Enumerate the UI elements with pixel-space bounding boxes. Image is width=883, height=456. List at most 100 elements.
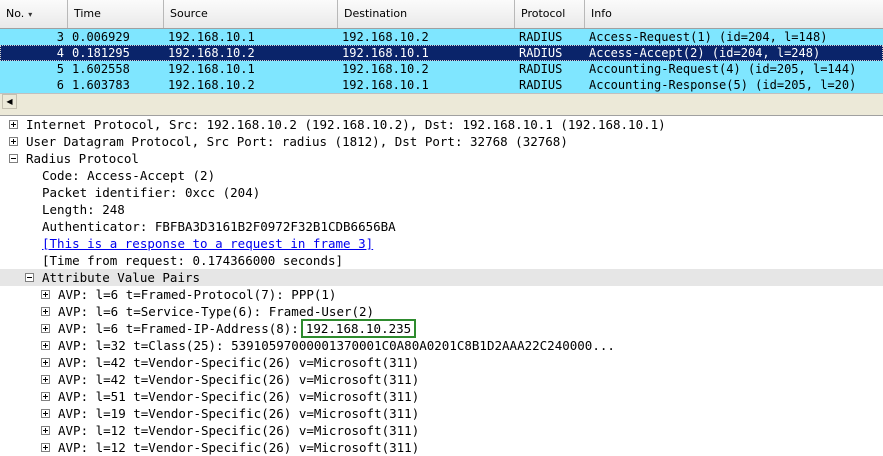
tree-item-udp[interactable]: User Datagram Protocol, Src Port: radius… xyxy=(0,133,883,150)
tree-label: Packet identifier: 0xcc (204) xyxy=(42,185,261,200)
column-header-time[interactable]: Time xyxy=(68,0,164,28)
tree-item-avp[interactable]: AVP: l=51 t=Vendor-Specific(26) v=Micros… xyxy=(0,388,883,405)
tree-item-code[interactable]: Code: Access-Accept (2) xyxy=(0,167,883,184)
packet-source: 192.168.10.1 xyxy=(168,30,255,44)
packet-info: Accounting-Response(5) (id=205, l=20) xyxy=(589,78,857,92)
tree-label: AVP: l=6 t=Framed-IP-Address(8): xyxy=(58,321,299,336)
packet-info: Access-Accept(2) (id=204, l=248) xyxy=(589,46,821,60)
packet-protocol: RADIUS xyxy=(519,78,563,92)
column-label-destination: Destination xyxy=(344,7,408,20)
packet-row[interactable]: 6 1.603783 192.168.10.2 192.168.10.1 RAD… xyxy=(0,77,883,93)
tree-label: Code: Access-Accept (2) xyxy=(42,168,216,183)
packet-no: 4 xyxy=(56,46,64,60)
tree-item-avp[interactable]: AVP: l=12 t=Vendor-Specific(26) v=Micros… xyxy=(0,439,883,456)
framed-ip-highlight: 192.168.10.235 xyxy=(300,319,417,338)
column-header-info[interactable]: Info xyxy=(585,0,883,28)
plus-box-icon[interactable] xyxy=(41,324,50,333)
packet-destination: 192.168.10.1 xyxy=(342,46,429,60)
packet-time: 0.181295 xyxy=(72,46,130,60)
plus-box-icon[interactable] xyxy=(41,290,50,299)
tree-item-packet-id[interactable]: Packet identifier: 0xcc (204) xyxy=(0,184,883,201)
packet-source: 192.168.10.1 xyxy=(168,62,255,76)
plus-box-icon[interactable] xyxy=(41,375,50,384)
response-in-frame-link[interactable]: [This is a response to a request in fram… xyxy=(42,235,373,252)
tree-item-avp[interactable]: AVP: l=32 t=Class(25): 53910597000001370… xyxy=(0,337,883,354)
plus-box-icon[interactable] xyxy=(41,392,50,401)
column-header-protocol[interactable]: Protocol xyxy=(515,0,585,28)
tree-label: AVP: l=32 t=Class(25): 53910597000001370… xyxy=(58,338,615,353)
tree-label: AVP: l=42 t=Vendor-Specific(26) v=Micros… xyxy=(58,355,420,370)
plus-box-icon[interactable] xyxy=(9,120,18,129)
chevron-down-icon: ▾ xyxy=(28,10,33,19)
tree-item-avp-header[interactable]: Attribute Value Pairs xyxy=(0,269,883,286)
packet-protocol: RADIUS xyxy=(519,46,563,60)
packet-time: 1.603783 xyxy=(72,78,130,92)
tree-item-avp[interactable]: AVP: l=6 t=Service-Type(6): Framed-User(… xyxy=(0,303,883,320)
tree-label: AVP: l=12 t=Vendor-Specific(26) v=Micros… xyxy=(58,440,420,455)
column-label-info: Info xyxy=(591,7,612,20)
column-label-source: Source xyxy=(170,7,208,20)
packet-details-pane: Internet Protocol, Src: 192.168.10.2 (19… xyxy=(0,116,883,456)
plus-box-icon[interactable] xyxy=(41,409,50,418)
tree-item-avp[interactable]: AVP: l=42 t=Vendor-Specific(26) v=Micros… xyxy=(0,371,883,388)
tree-item-avp-framed-ip[interactable]: AVP: l=6 t=Framed-IP-Address(8): 192.168.… xyxy=(0,319,883,338)
tree-item-radius[interactable]: Radius Protocol xyxy=(0,150,883,167)
packet-row-selected[interactable]: 4 0.181295 192.168.10.2 192.168.10.1 RAD… xyxy=(0,45,883,61)
tree-item-time-from-request[interactable]: [Time from request: 0.174366000 seconds] xyxy=(0,252,883,269)
tree-item-ip[interactable]: Internet Protocol, Src: 192.168.10.2 (19… xyxy=(0,116,883,133)
packet-no: 5 xyxy=(56,62,64,76)
packet-protocol: RADIUS xyxy=(519,62,563,76)
tree-label: AVP: l=42 t=Vendor-Specific(26) v=Micros… xyxy=(58,372,420,387)
plus-box-icon[interactable] xyxy=(41,426,50,435)
packet-list-hscrollbar[interactable]: ◀ xyxy=(0,93,883,110)
tree-item-avp[interactable]: AVP: l=12 t=Vendor-Specific(26) v=Micros… xyxy=(0,422,883,439)
plus-box-icon[interactable] xyxy=(41,443,50,452)
packet-no: 3 xyxy=(56,30,64,44)
plus-box-icon[interactable] xyxy=(41,341,50,350)
packet-info: Accounting-Request(4) (id=205, l=144) xyxy=(589,62,857,76)
packet-source: 192.168.10.2 xyxy=(168,78,255,92)
tree-label: [Time from request: 0.174366000 seconds] xyxy=(42,253,344,268)
minus-box-icon[interactable] xyxy=(25,273,34,282)
plus-box-icon[interactable] xyxy=(41,358,50,367)
plus-box-icon[interactable] xyxy=(9,137,18,146)
tree-item-avp[interactable]: AVP: l=19 t=Vendor-Specific(26) v=Micros… xyxy=(0,405,883,422)
column-label-protocol: Protocol xyxy=(521,7,566,20)
tree-label: AVP: l=6 t=Framed-Protocol(7): PPP(1) xyxy=(58,287,337,302)
tree-item-response-link[interactable]: [This is a response to a request in fram… xyxy=(0,235,883,252)
tree-label: AVP: l=12 t=Vendor-Specific(26) v=Micros… xyxy=(58,423,420,438)
tree-label: AVP: l=19 t=Vendor-Specific(26) v=Micros… xyxy=(58,406,420,421)
minus-box-icon[interactable] xyxy=(9,154,18,163)
packet-row[interactable]: 5 1.602558 192.168.10.1 192.168.10.2 RAD… xyxy=(0,61,883,77)
tree-label: AVP: l=51 t=Vendor-Specific(26) v=Micros… xyxy=(58,389,420,404)
packet-time: 0.006929 xyxy=(72,30,130,44)
column-header-destination[interactable]: Destination xyxy=(338,0,515,28)
packet-row[interactable]: 3 0.006929 192.168.10.1 192.168.10.2 RAD… xyxy=(0,29,883,45)
tree-item-authenticator[interactable]: Authenticator: FBFBA3D3161B2F0972F32B1CD… xyxy=(0,218,883,235)
packet-protocol: RADIUS xyxy=(519,30,563,44)
tree-label: Length: 248 xyxy=(42,202,125,217)
packet-info: Access-Request(1) (id=204, l=148) xyxy=(589,30,828,44)
tree-label: Radius Protocol xyxy=(26,151,139,166)
column-header-no[interactable]: No. ▾ xyxy=(0,0,68,28)
packet-destination: 192.168.10.2 xyxy=(342,30,429,44)
packet-time: 1.602558 xyxy=(72,62,130,76)
column-label-no: No. xyxy=(6,7,25,20)
tree-item-avp[interactable]: AVP: l=42 t=Vendor-Specific(26) v=Micros… xyxy=(0,354,883,371)
packet-destination: 192.168.10.2 xyxy=(342,62,429,76)
plus-box-icon[interactable] xyxy=(41,307,50,316)
packet-source: 192.168.10.2 xyxy=(168,46,255,60)
packet-destination: 192.168.10.1 xyxy=(342,78,429,92)
tree-item-avp[interactable]: AVP: l=6 t=Framed-Protocol(7): PPP(1) xyxy=(0,286,883,303)
column-header-source[interactable]: Source xyxy=(164,0,338,28)
packet-list-header: No. ▾ Time Source Destination Protocol In… xyxy=(0,0,883,29)
tree-label: Attribute Value Pairs xyxy=(42,270,201,285)
tree-label: User Datagram Protocol, Src Port: radius… xyxy=(26,134,568,149)
packet-no: 6 xyxy=(56,78,64,92)
column-label-time: Time xyxy=(74,7,101,20)
tree-label: Authenticator: FBFBA3D3161B2F0972F32B1CD… xyxy=(42,219,396,234)
tree-label: AVP: l=6 t=Service-Type(6): Framed-User(… xyxy=(58,304,375,319)
tree-item-length[interactable]: Length: 248 xyxy=(0,201,883,218)
tree-label: Internet Protocol, Src: 192.168.10.2 (19… xyxy=(26,117,666,132)
arrow-left-icon[interactable]: ◀ xyxy=(2,94,17,109)
